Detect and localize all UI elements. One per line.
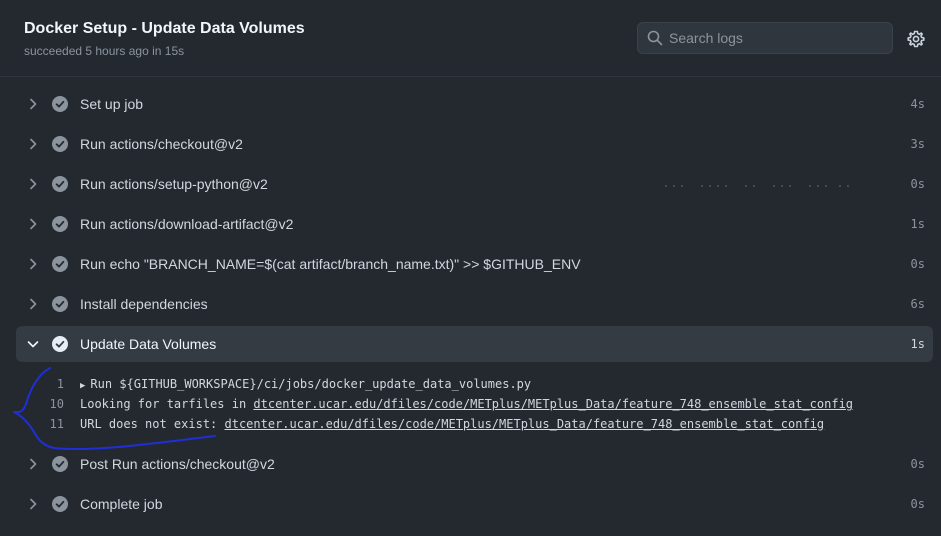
chevron-right-icon bbox=[30, 498, 37, 510]
check-circle-icon bbox=[52, 256, 68, 272]
step-duration: 3s bbox=[910, 137, 925, 151]
step-name: Run actions/download-artifact@v2 bbox=[80, 216, 294, 232]
step-name: Complete job bbox=[80, 496, 163, 512]
check-circle-icon bbox=[52, 136, 68, 152]
step-complete-job[interactable]: Complete job 0s bbox=[16, 486, 933, 522]
step-duration: 1s bbox=[910, 337, 925, 351]
check-circle-icon bbox=[52, 216, 68, 232]
search-logs-input[interactable] bbox=[669, 23, 884, 53]
step-duration: 0s bbox=[910, 177, 925, 191]
step-name: Set up job bbox=[80, 96, 144, 112]
step-name: Post Run actions/checkout@v2 bbox=[80, 456, 275, 472]
chevron-right-icon bbox=[30, 138, 37, 150]
log-text-prefix: URL does not exist: bbox=[80, 417, 225, 431]
log-line-number[interactable]: 1 bbox=[16, 377, 64, 391]
chevron-right-icon bbox=[30, 218, 37, 230]
step-duration: 6s bbox=[910, 297, 925, 311]
log-line-number[interactable]: 11 bbox=[16, 417, 64, 431]
log-line: 11 URL does not exist: dtcenter.ucar.edu… bbox=[16, 414, 933, 434]
check-circle-icon bbox=[52, 296, 68, 312]
check-circle-icon bbox=[52, 96, 68, 112]
check-circle-icon bbox=[52, 176, 68, 192]
check-circle-icon bbox=[52, 456, 68, 472]
chevron-down-icon bbox=[27, 341, 39, 348]
log-line: 10 Looking for tarfiles in dtcenter.ucar… bbox=[16, 394, 933, 414]
step-update-data-volumes[interactable]: Update Data Volumes 1s bbox=[16, 326, 933, 362]
log-line-text: URL does not exist: dtcenter.ucar.edu/df… bbox=[80, 417, 824, 431]
step-name: Run actions/checkout@v2 bbox=[80, 136, 243, 152]
step-duration: 0s bbox=[910, 497, 925, 511]
step-post-run-checkout[interactable]: Post Run actions/checkout@v2 0s bbox=[16, 446, 933, 482]
step-name: Install dependencies bbox=[80, 296, 208, 312]
step-setup-python[interactable]: Run actions/setup-python@v2 0s bbox=[16, 166, 933, 202]
step-install-dependencies[interactable]: Install dependencies 6s bbox=[16, 286, 933, 322]
step-name: Update Data Volumes bbox=[80, 336, 217, 352]
job-title: Docker Setup - Update Data Volumes bbox=[24, 20, 305, 37]
chevron-right-icon bbox=[30, 178, 37, 190]
log-line-text[interactable]: ▶ Run ${GITHUB_WORKSPACE}/ci/jobs/docker_… bbox=[80, 377, 531, 391]
step-duration: 4s bbox=[910, 97, 925, 111]
log-line-number[interactable]: 10 bbox=[16, 397, 64, 411]
step-download-artifact[interactable]: Run actions/download-artifact@v2 1s bbox=[16, 206, 933, 242]
log-command: Run ${GITHUB_WORKSPACE}/ci/jobs/docker_u… bbox=[90, 377, 532, 391]
triangle-right-icon: ▶ bbox=[80, 381, 86, 391]
step-checkout[interactable]: Run actions/checkout@v2 3s bbox=[16, 126, 933, 162]
log-line: 1 ▶ Run ${GITHUB_WORKSPACE}/ci/jobs/docke… bbox=[16, 374, 933, 394]
step-name: Run actions/setup-python@v2 bbox=[80, 176, 268, 192]
search-logs-box[interactable] bbox=[637, 22, 893, 54]
job-status-subtitle: succeeded 5 hours ago in 15s bbox=[24, 44, 185, 58]
chevron-right-icon bbox=[30, 98, 37, 110]
log-line-text: Looking for tarfiles in dtcenter.ucar.ed… bbox=[80, 397, 853, 411]
step-set-up-job[interactable]: Set up job 4s bbox=[16, 86, 933, 122]
job-header: Docker Setup - Update Data Volumes succe… bbox=[0, 0, 941, 77]
step-duration: 1s bbox=[910, 217, 925, 231]
log-text-prefix: Looking for tarfiles in bbox=[80, 397, 254, 411]
step-duration: 0s bbox=[910, 257, 925, 271]
log-url-link[interactable]: dtcenter.ucar.edu/dfiles/code/METplus/ME… bbox=[225, 417, 825, 431]
check-circle-icon bbox=[52, 336, 68, 352]
log-url-link[interactable]: dtcenter.ucar.edu/dfiles/code/METplus/ME… bbox=[253, 397, 853, 411]
step-duration: 0s bbox=[910, 457, 925, 471]
chevron-right-icon bbox=[30, 458, 37, 470]
step-name: Run echo "BRANCH_NAME=$(cat artifact/bra… bbox=[80, 256, 581, 272]
search-icon bbox=[647, 30, 663, 46]
step-echo-branch-name[interactable]: Run echo "BRANCH_NAME=$(cat artifact/bra… bbox=[16, 246, 933, 282]
chevron-right-icon bbox=[30, 258, 37, 270]
check-circle-icon bbox=[52, 496, 68, 512]
gear-icon[interactable] bbox=[907, 30, 925, 48]
chevron-right-icon bbox=[30, 298, 37, 310]
